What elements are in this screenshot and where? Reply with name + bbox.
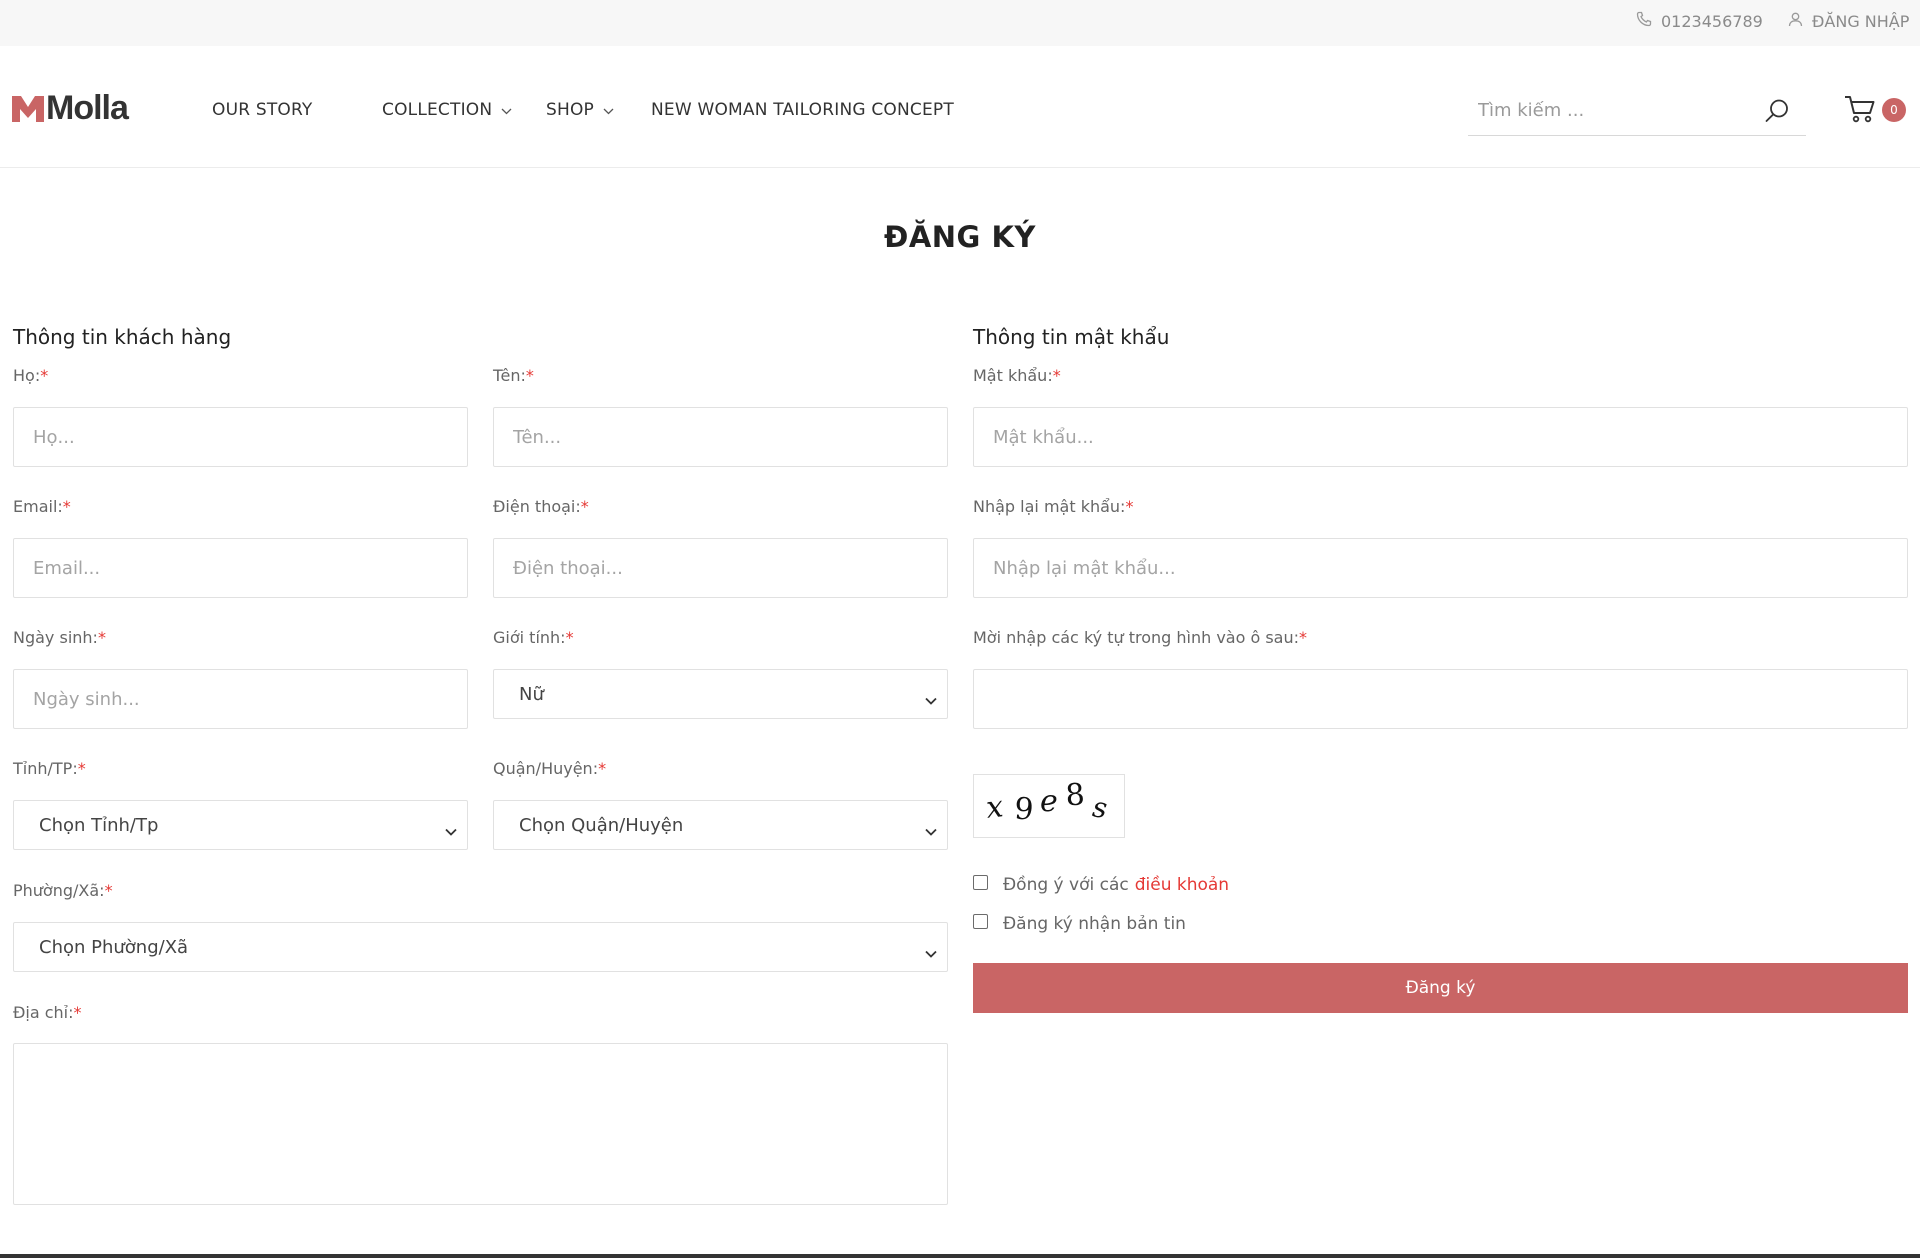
cart-button[interactable]: 0 [1844, 94, 1908, 128]
search-input[interactable] [1478, 94, 1748, 126]
terms-link[interactable]: điều khoản [1135, 875, 1229, 895]
phone-icon [1636, 11, 1661, 31]
dob-field[interactable] [13, 669, 468, 729]
email-label: Email:* [13, 497, 71, 516]
captcha-image: x 9 e 8 s [973, 774, 1125, 838]
district-select[interactable]: Chọn Quận/Huyện [493, 800, 948, 850]
chevron-down-icon [925, 689, 937, 710]
ward-select[interactable]: Chọn Phường/Xã [13, 922, 948, 972]
captcha-label: Mời nhập các ký tự trong hình vào ô sau:… [973, 628, 1308, 647]
logo-text: Molla [46, 88, 129, 127]
password-input[interactable] [973, 407, 1908, 467]
first-name-label: Tên:* [493, 366, 534, 385]
email-field[interactable] [13, 538, 468, 598]
svg-text:x: x [984, 789, 1005, 826]
newsletter-row: Đăng ký nhận bản tin [973, 911, 1186, 937]
search-icon[interactable] [1764, 98, 1790, 124]
ward-label: Phường/Xã:* [13, 881, 113, 900]
last-name-input[interactable] [13, 407, 468, 467]
cart-icon [1844, 96, 1876, 128]
customer-section-title: Thông tin khách hàng [13, 325, 232, 349]
nav-new-woman-tailoring[interactable]: NEW WOMAN TAILORING CONCEPT [651, 98, 954, 122]
login-link[interactable]: ĐĂNG NHẬP [1788, 10, 1909, 32]
logo-mark-icon [12, 90, 44, 126]
phone-label: Điện thoại:* [493, 497, 589, 516]
province-select[interactable]: Chọn Tỉnh/Tp [13, 800, 468, 850]
svg-text:9: 9 [1013, 791, 1034, 827]
province-value: Chọn Tỉnh/Tp [39, 814, 159, 836]
footer-divider [0, 1254, 1920, 1258]
chevron-down-icon [603, 100, 614, 120]
terms-label: Đồng ý với các [1003, 875, 1129, 895]
newsletter-checkbox[interactable] [973, 913, 988, 929]
nav-label: OUR STORY [212, 100, 313, 120]
phone-field[interactable] [493, 538, 948, 598]
password-section-title: Thông tin mật khẩu [973, 325, 1170, 349]
chevron-down-icon [445, 820, 457, 841]
register-button[interactable]: Đăng ký [973, 963, 1908, 1013]
captcha-input[interactable] [973, 669, 1908, 729]
svg-text:e: e [1040, 784, 1058, 819]
search-box [1468, 84, 1806, 136]
phone-contact[interactable]: 0123456789 [1636, 10, 1763, 32]
newsletter-label: Đăng ký nhận bản tin [1003, 914, 1186, 934]
chevron-down-icon [501, 100, 512, 120]
first-name-input[interactable] [493, 407, 948, 467]
address-textarea[interactable] [13, 1043, 948, 1205]
nav-shop[interactable]: SHOP [546, 98, 614, 122]
gender-label: Giới tính:* [493, 628, 574, 647]
province-label: Tỉnh/TP:* [13, 759, 86, 778]
chevron-down-icon [925, 942, 937, 963]
chevron-down-icon [925, 820, 937, 841]
ward-value: Chọn Phường/Xã [39, 936, 189, 958]
svg-text:8: 8 [1064, 777, 1085, 813]
district-label: Quận/Huyện:* [493, 759, 607, 778]
phone-number: 0123456789 [1661, 11, 1763, 31]
nav-our-story[interactable]: OUR STORY [212, 98, 313, 122]
nav-collection[interactable]: COLLECTION [382, 98, 512, 122]
terms-checkbox[interactable] [973, 874, 988, 890]
gender-select[interactable]: Nữ [493, 669, 948, 719]
district-value: Chọn Quận/Huyện [519, 814, 684, 836]
svg-text:s: s [1091, 790, 1110, 825]
logo[interactable]: Molla [12, 88, 129, 128]
top-bar: 0123456789 ĐĂNG NHẬP [0, 0, 1920, 46]
address-label: Địa chỉ:* [13, 1003, 82, 1022]
site-header: Molla OUR STORY COLLECTION SHOP NEW WOMA… [0, 46, 1920, 168]
terms-row: Đồng ý với các điều khoản [973, 872, 1229, 898]
gender-value: Nữ [519, 683, 544, 705]
dob-label: Ngày sinh:* [13, 628, 106, 647]
nav-label: NEW WOMAN TAILORING CONCEPT [651, 100, 954, 120]
confirm-password-input[interactable] [973, 538, 1908, 598]
login-label: ĐĂNG NHẬP [1812, 11, 1910, 31]
last-name-label: Họ:* [13, 366, 49, 385]
nav-label: COLLECTION [382, 100, 493, 120]
user-icon [1788, 12, 1812, 31]
page-title: ĐĂNG KÝ [884, 220, 1036, 254]
nav-label: SHOP [546, 100, 595, 120]
cart-count-badge: 0 [1882, 98, 1906, 122]
confirm-password-label: Nhập lại mật khẩu:* [973, 497, 1134, 516]
password-label: Mật khẩu:* [973, 366, 1061, 385]
